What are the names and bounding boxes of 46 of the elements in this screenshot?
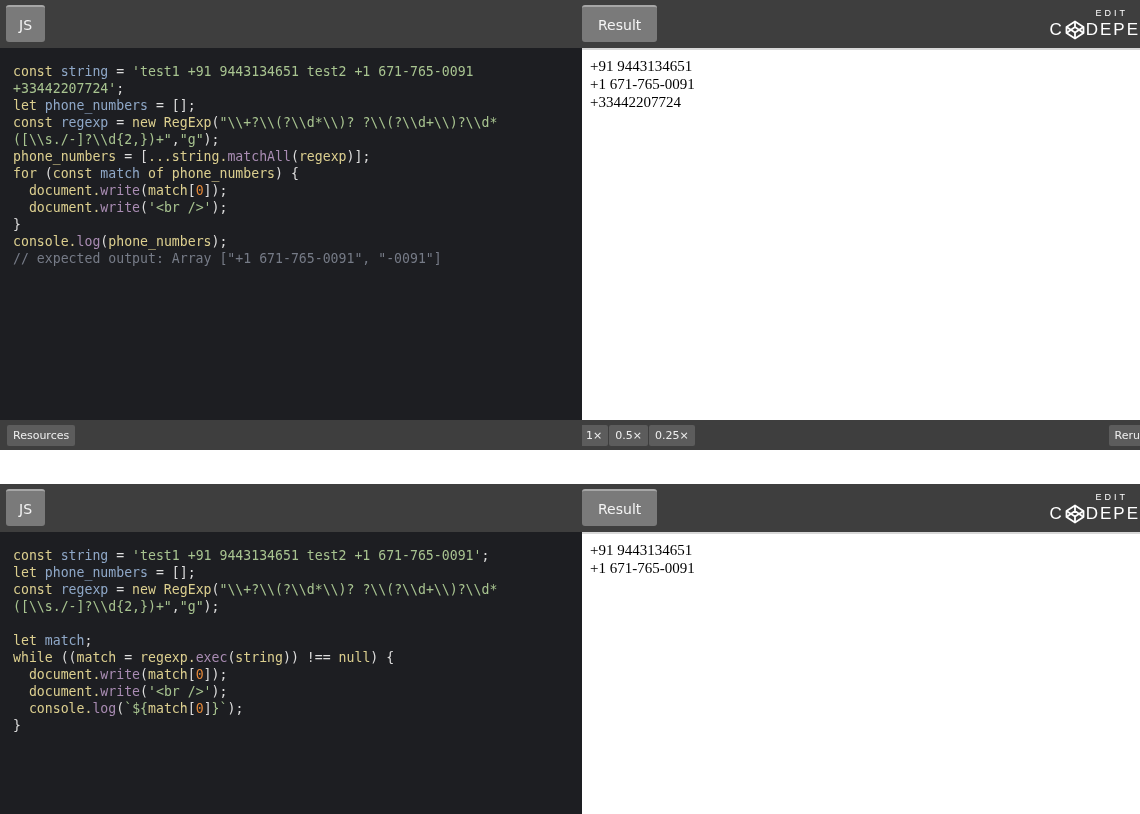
code-line: const string = 'test1 +91 9443134651 test2 +1 671-765-0091 <box>13 63 474 80</box>
output-line: +91 9443134651 <box>590 57 694 75</box>
code-line: console.log(phone_numbers); <box>13 233 228 250</box>
code-line: phone_numbers = [...string.matchAll(regexp)]; <box>13 148 371 165</box>
code-line: for (const match of phone_numbers) { <box>13 165 299 182</box>
code-line: ([\\s./-]?\\d{2,})+","g"); <box>13 131 220 148</box>
code-editor[interactable] <box>0 532 582 814</box>
code-line: document.write(match[0]); <box>28 182 228 199</box>
code-line: console.log(`${match[0]}`); <box>28 700 244 717</box>
output-line: +33442207724 <box>590 93 682 111</box>
rerun-button[interactable]: Reru <box>1108 424 1140 446</box>
code-line: const regexp = new RegExp("\\+?\\(?\\d*\\)? ?\\(?\\d+\\)?\\d* <box>13 581 498 598</box>
code-line: let match; <box>13 632 93 649</box>
code-line: while ((match = regexp.exec(string)) !== null) { <box>13 649 395 666</box>
logo-text: DEPE <box>1085 20 1140 40</box>
result-tab[interactable]: Result <box>582 489 658 526</box>
logo-text: C <box>1049 504 1064 524</box>
code-line: document.write('<br />'); <box>28 199 228 216</box>
code-line: const string = 'test1 +91 9443134651 test2 +1 671-765-0091'; <box>13 547 490 564</box>
code-line: document.write('<br />'); <box>28 683 228 700</box>
logo-caption: EDIT <box>1095 8 1129 18</box>
code-editor[interactable] <box>0 48 582 420</box>
result-tab[interactable]: Result <box>582 5 658 42</box>
logo-text: C <box>1049 20 1064 40</box>
output-line: +91 9443134651 <box>590 541 694 559</box>
code-line: } <box>13 216 21 233</box>
code-line: // expected output: Array ["+1 671-765-0091", "-0091"] <box>13 250 442 267</box>
zoom-button[interactable]: 0.5× <box>609 424 648 446</box>
code-line: let phone_numbers = []; <box>13 564 196 581</box>
logo-caption: EDIT <box>1095 492 1129 502</box>
cube-logo-icon <box>1064 504 1085 524</box>
output-line: +1 671-765-0091 <box>590 559 696 577</box>
code-line: } <box>13 717 21 734</box>
output-line: +1 671-765-0091 <box>590 75 696 93</box>
resources-button[interactable]: Resources <box>7 424 76 446</box>
code-line: let phone_numbers = []; <box>13 97 196 114</box>
code-line: ([\\s./-]?\\d{2,})+","g"); <box>13 598 220 615</box>
code-line: document.write(match[0]); <box>28 666 228 683</box>
zoom-button[interactable]: 0.25× <box>648 424 695 446</box>
logo-text: DEPE <box>1085 504 1140 524</box>
code-line: const regexp = new RegExp("\\+?\\(?\\d*\\)? ?\\(?\\d+\\)?\\d* <box>13 114 498 131</box>
cube-logo-icon <box>1064 20 1085 40</box>
code-line: +33442207724'; <box>13 80 125 97</box>
zoom-button[interactable]: 1× <box>582 424 609 446</box>
code-tab[interactable]: JS <box>6 5 45 42</box>
code-tab[interactable]: JS <box>6 489 45 526</box>
